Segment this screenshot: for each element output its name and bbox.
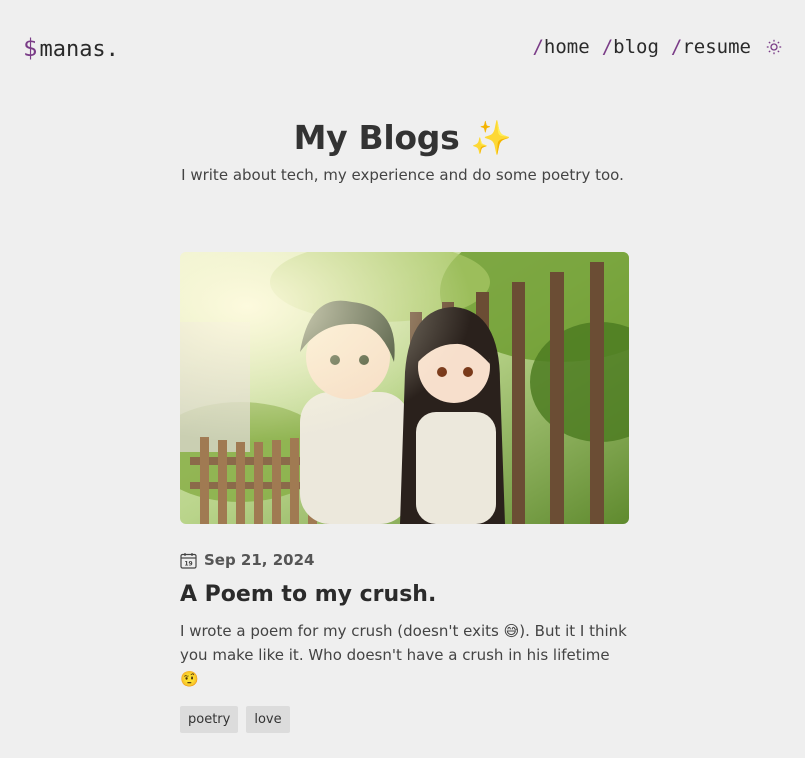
top-nav: /home /blog /resume <box>532 36 783 58</box>
nav-home-link[interactable]: /home <box>532 36 589 58</box>
post-date: 19 Sep 21, 2024 <box>180 551 629 569</box>
post-tags: poetry love <box>180 706 629 733</box>
page-subtitle: I write about tech, my experience and do… <box>181 166 624 184</box>
tag-poetry[interactable]: poetry <box>180 706 239 733</box>
nav-blog-link[interactable]: /blog <box>602 36 659 58</box>
logo-text: manas. <box>39 37 119 62</box>
page-title: My Blogs ✨ <box>293 118 512 157</box>
calendar-icon: 19 <box>180 552 197 569</box>
sparkles-icon: ✨ <box>470 118 512 157</box>
post-description: I wrote a poem for my crush (doesn't exi… <box>180 622 627 688</box>
site-logo[interactable]: $ manas. <box>23 34 119 62</box>
svg-text:19: 19 <box>184 560 192 567</box>
post-date-text: Sep 21, 2024 <box>204 551 315 569</box>
blog-card: 19 Sep 21, 2024 A Poem to my crush. I wr… <box>180 252 629 733</box>
nav-resume-link[interactable]: /resume <box>671 36 751 58</box>
post-cover-image[interactable] <box>180 252 629 524</box>
sun-icon[interactable] <box>765 38 783 56</box>
tag-love[interactable]: love <box>246 706 290 733</box>
logo-dollar: $ <box>23 34 38 62</box>
post-title-link[interactable]: A Poem to my crush. <box>180 582 629 607</box>
